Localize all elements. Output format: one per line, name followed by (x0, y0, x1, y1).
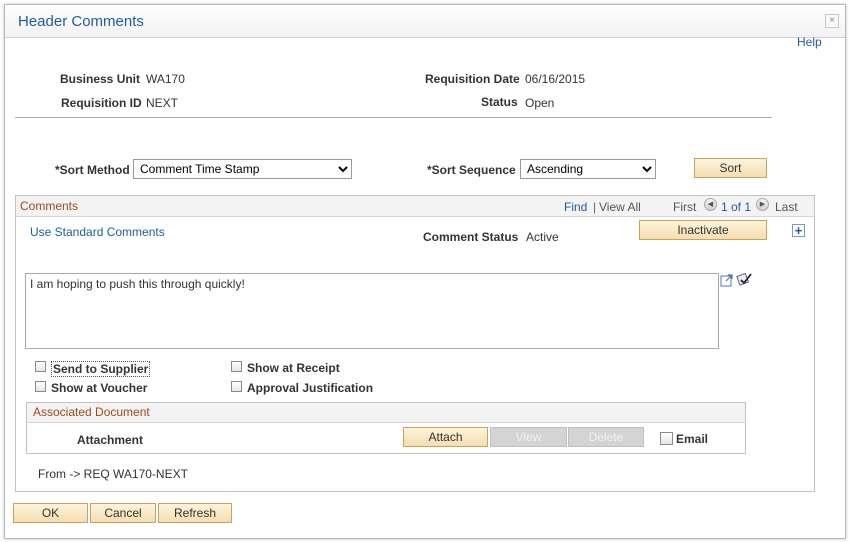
from-text: From -> REQ WA170-NEXT (38, 467, 188, 481)
approval-justification-label: Approval Justification (247, 381, 374, 395)
show-at-voucher-label: Show at Voucher (51, 381, 148, 395)
ok-button[interactable]: OK (13, 503, 88, 523)
page-info: 1 of 1 (721, 200, 752, 214)
sort-sequence-select[interactable]: Ascending (520, 159, 656, 179)
associated-document-header: Associated Document (27, 403, 745, 423)
associated-document-title: Associated Document (33, 405, 150, 419)
attachment-label: Attachment (77, 433, 144, 447)
email-checkbox[interactable] (660, 432, 673, 445)
title-bar: Header Comments × (5, 5, 845, 38)
business-unit-label: Business Unit (60, 72, 141, 86)
comments-grid-header: Comments Find | View All First ◀ 1 of 1 … (16, 196, 814, 217)
close-icon[interactable]: × (825, 14, 839, 28)
sort-method-label: *Sort Method (55, 163, 130, 177)
add-row-icon[interactable]: + (792, 224, 805, 237)
find-link[interactable]: Find (564, 200, 587, 214)
attach-button[interactable]: Attach (403, 427, 488, 447)
sort-method-select[interactable]: Comment Time Stamp (133, 159, 352, 179)
show-at-receipt-label: Show at Receipt (247, 361, 340, 375)
comment-status-value: Active (526, 230, 559, 244)
sort-button[interactable]: Sort (694, 158, 767, 178)
window-title: Header Comments (18, 13, 144, 30)
delete-button: Delete (568, 427, 644, 447)
spell-check-icon[interactable] (736, 271, 752, 287)
use-standard-comments-link[interactable]: Use Standard Comments (30, 225, 165, 239)
help-link[interactable]: Help (797, 35, 822, 49)
last-link[interactable]: Last (775, 200, 798, 214)
inactivate-button[interactable]: Inactivate (639, 220, 767, 240)
business-unit-value: WA170 (146, 72, 185, 86)
status-value: Open (525, 96, 555, 110)
email-label: Email (676, 432, 709, 446)
first-link[interactable]: First (673, 200, 696, 214)
comments-title: Comments (20, 199, 79, 213)
refresh-button[interactable]: Refresh (158, 503, 232, 523)
show-at-receipt-checkbox[interactable] (231, 361, 242, 372)
header-comments-window: Header Comments × Help Business Unit WA1… (4, 4, 846, 539)
requisition-id-label: Requisition ID (61, 96, 142, 110)
status-label: Status (481, 95, 518, 109)
requisition-date-value: 06/16/2015 (525, 72, 586, 86)
nav-separator: | (593, 200, 597, 214)
requisition-date-label: Requisition Date (425, 72, 520, 86)
header-divider (15, 117, 772, 118)
requisition-id-value: NEXT (146, 96, 179, 110)
expand-textarea-icon[interactable] (720, 273, 734, 287)
cancel-button[interactable]: Cancel (90, 503, 156, 523)
view-all-link[interactable]: View All (599, 200, 641, 214)
comment-textarea[interactable]: I am hoping to push this through quickly… (25, 273, 719, 349)
send-to-supplier-checkbox[interactable] (35, 361, 46, 372)
approval-justification-checkbox[interactable] (231, 381, 242, 392)
previous-arrow-icon[interactable]: ◀ (704, 198, 717, 211)
sort-sequence-label: *Sort Sequence (427, 163, 516, 177)
next-arrow-icon[interactable]: ▶ (756, 198, 769, 211)
send-to-supplier-label: Send to Supplier (51, 361, 151, 377)
comment-status-label: Comment Status (423, 230, 519, 244)
view-button: View (490, 427, 567, 447)
show-at-voucher-checkbox[interactable] (35, 381, 46, 392)
